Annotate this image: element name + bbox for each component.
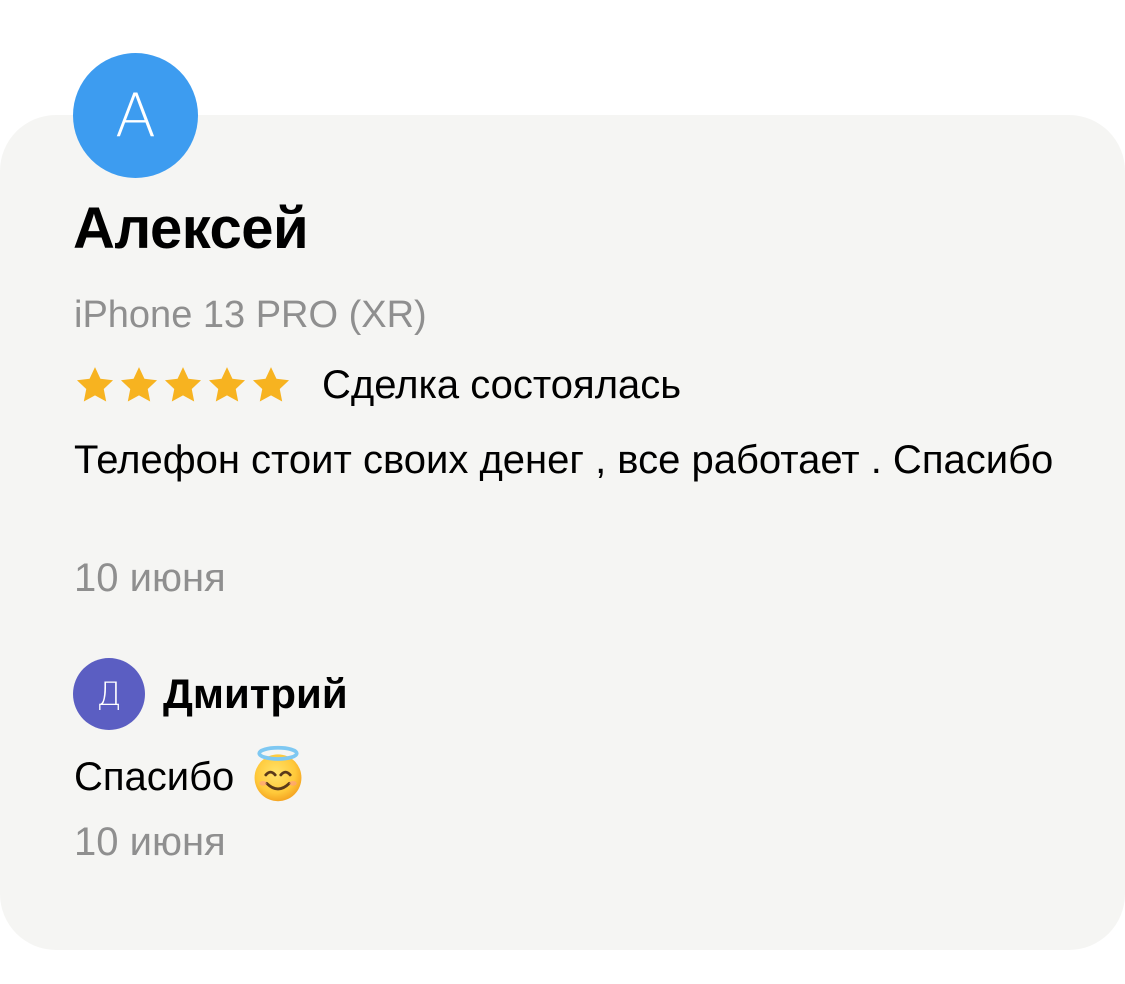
product-name: iPhone 13 PRO (XR) [74, 294, 427, 336]
star-rating [74, 364, 292, 406]
rating-row: Сделка состоялась [74, 360, 681, 410]
reply-avatar-letter: Д [96, 675, 122, 713]
reply-text: Спасибо [74, 754, 235, 799]
author-avatar[interactable]: А [73, 53, 198, 178]
review-text: Телефон стоит своих денег , все работает… [74, 438, 1054, 482]
reply-header: Д Дмитрий [73, 658, 348, 730]
review-page: А Алексей iPhone 13 PRO (XR) Сделка сост… [0, 0, 1125, 984]
reply-text-row: Спасибо [74, 745, 308, 804]
review-date: 10 июня [74, 556, 226, 600]
star-icon [208, 367, 246, 402]
deal-status: Сделка состоялась [322, 362, 682, 407]
star-icon [252, 367, 290, 402]
author-avatar-letter: А [114, 80, 157, 151]
author-name[interactable]: Алексей [73, 195, 309, 262]
reply-date: 10 июня [74, 820, 226, 864]
star-icon [164, 367, 202, 402]
smiling-face-with-halo-icon [254, 745, 302, 802]
star-icon [76, 367, 114, 402]
reply-avatar[interactable]: Д [73, 658, 145, 730]
reply-author-name[interactable]: Дмитрий [163, 670, 348, 718]
star-icon [120, 367, 158, 402]
